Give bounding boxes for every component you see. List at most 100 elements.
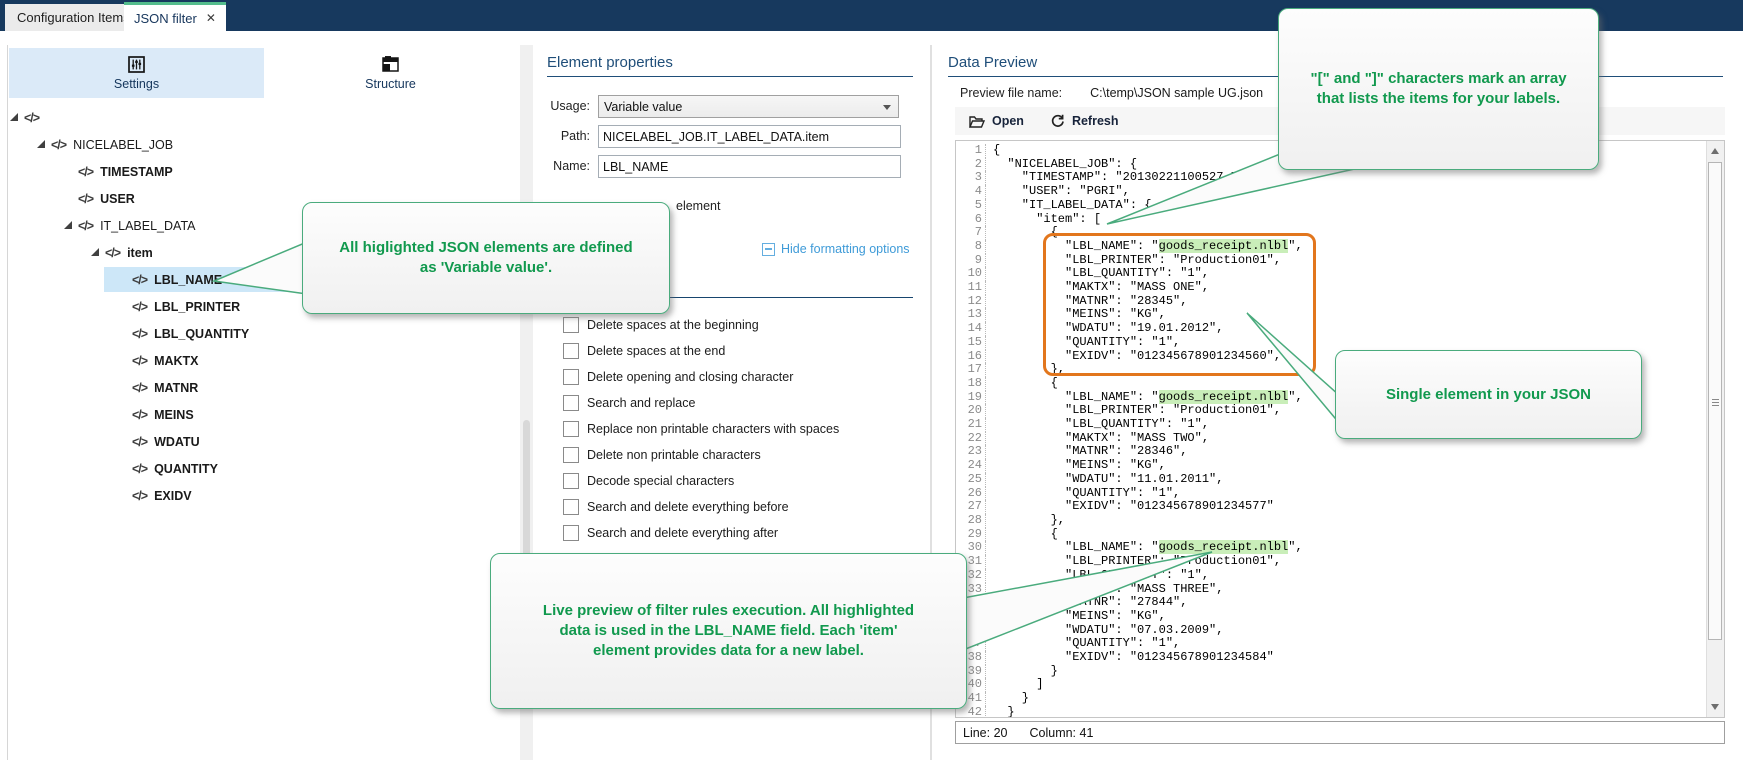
checkbox-row[interactable]: Delete spaces at the end (563, 342, 725, 360)
name-label: Name: (533, 159, 590, 173)
checkbox-row[interactable]: Delete spaces at the beginning (563, 316, 759, 334)
tree-item[interactable]: </> (8, 104, 519, 131)
expanded-arrow-icon[interactable] (10, 113, 18, 121)
usage-select[interactable]: Variable value (598, 95, 899, 118)
line-content: { (986, 144, 1000, 158)
line-content: { (986, 377, 1058, 391)
line-content: "MAKTX": "MASS THREE", (986, 583, 1223, 597)
tree-item-label: QUANTITY (154, 462, 218, 476)
chevron-down-icon (883, 105, 891, 110)
tree-item-label: LBL_NAME (154, 273, 222, 287)
json-element-icon: </> (105, 246, 120, 260)
code-line: 41 } (956, 692, 1303, 706)
code-line: 18 { (956, 377, 1303, 391)
tree-item-exidv[interactable]: </>EXIDV (8, 482, 519, 509)
tree-item-maktx[interactable]: </>MAKTX (8, 347, 519, 374)
line-number: 7 (956, 226, 986, 240)
json-element-icon: </> (132, 489, 147, 503)
tree-item-label: USER (100, 192, 135, 206)
checkbox-unchecked[interactable] (563, 369, 579, 385)
code-line: 27 "EXIDV": "012345678901234577" (956, 500, 1303, 514)
tab-settings-label: Settings (114, 77, 159, 91)
preview-file-row: Preview file name:C:\temp\JSON sample UG… (960, 86, 1263, 100)
scroll-up-icon[interactable] (1711, 148, 1719, 154)
json-element-icon: </> (78, 192, 93, 206)
code-line: 36 "WDATU": "07.03.2009", (956, 624, 1303, 638)
checkbox-unchecked[interactable] (563, 395, 579, 411)
code-line: 20 "LBL_PRINTER": "Production01", (956, 404, 1303, 418)
code-line: 2 "NICELABEL_JOB": { (956, 158, 1303, 172)
callout-text-line: Live preview of filter rules execution. … (543, 601, 914, 621)
line-content: } (986, 692, 1029, 706)
checkbox-label: Delete non printable characters (587, 448, 761, 462)
checkbox-unchecked[interactable] (563, 317, 579, 333)
tree-item-lbl_quantity[interactable]: </>LBL_QUANTITY (8, 320, 519, 347)
checkbox-unchecked[interactable] (563, 499, 579, 515)
tree-item-meins[interactable]: </>MEINS (8, 401, 519, 428)
code-line: 5 "IT_LABEL_DATA": { (956, 199, 1303, 213)
callout-text-line: as 'Variable value'. (420, 258, 552, 278)
line-content: "WDATU": "07.03.2009", (986, 624, 1223, 638)
checkbox-row[interactable]: Delete opening and closing character (563, 368, 793, 386)
code-line: 28 }, (956, 514, 1303, 528)
close-tab-icon[interactable]: ✕ (206, 12, 216, 24)
tab-json-filter[interactable]: JSON filter ✕ (124, 2, 226, 31)
expanded-arrow-icon[interactable] (37, 140, 45, 148)
tree-item-nicelabel_job[interactable]: </>NICELABEL_JOB (8, 131, 519, 158)
checkbox-label: Search and replace (587, 396, 695, 410)
json-element-icon: </> (132, 273, 147, 287)
checkbox-row[interactable]: Decode special characters (563, 472, 734, 490)
checkbox-unchecked[interactable] (563, 525, 579, 541)
expanded-arrow-icon[interactable] (64, 221, 72, 229)
structure-layout-icon (382, 56, 399, 73)
code-line: 39 } (956, 665, 1303, 679)
line-number: 13 (956, 308, 986, 322)
checkbox-unchecked[interactable] (563, 343, 579, 359)
checkbox-unchecked[interactable] (563, 421, 579, 437)
highlighted-json-value: goods_receipt.nlbl (1159, 390, 1289, 404)
name-field[interactable] (598, 155, 901, 178)
tree-item-label: LBL_QUANTITY (154, 327, 249, 341)
path-field[interactable] (598, 125, 901, 148)
line-content: "LBL_QUANTITY": "1", (986, 569, 1209, 583)
line-number: 17 (956, 363, 986, 377)
line-content: "MEINS": "KG", (986, 610, 1166, 624)
code-line: 33 "MAKTX": "MASS THREE", (956, 583, 1303, 597)
open-button[interactable]: Open (969, 114, 1024, 128)
element-properties-title: Element properties (547, 54, 913, 77)
tab-structure[interactable]: Structure (264, 48, 517, 98)
tab-configuration-items[interactable]: Configuration Items (5, 4, 142, 31)
checkbox-row[interactable]: Search and replace (563, 394, 695, 412)
line-number: 12 (956, 295, 986, 309)
preview-file-label: Preview file name: (960, 86, 1062, 100)
line-number: 11 (956, 281, 986, 295)
scrollbar-thumb[interactable] (1708, 162, 1722, 640)
code-line: 24 "MEINS": "KG", (956, 459, 1303, 473)
checkbox-unchecked[interactable] (563, 473, 579, 489)
code-line: 22 "MAKTX": "MASS TWO", (956, 432, 1303, 446)
checkbox-row[interactable]: Delete non printable characters (563, 446, 761, 464)
line-content: } (986, 706, 1015, 718)
tree-item-timestamp[interactable]: </>TIMESTAMP (8, 158, 519, 185)
checkbox-row[interactable]: Search and delete everything before (563, 498, 789, 516)
tree-item-quantity[interactable]: </> QUANTITY (8, 455, 519, 482)
scroll-down-icon[interactable] (1711, 704, 1719, 710)
vertical-scrollbar[interactable] (1706, 141, 1724, 717)
tree-item-matnr[interactable]: </>MATNR (8, 374, 519, 401)
expanded-arrow-icon[interactable] (91, 248, 99, 256)
hide-formatting-options-link[interactable]: Hide formatting options (762, 242, 910, 256)
tree-item-wdatu[interactable]: </>WDATU (8, 428, 519, 455)
json-element-icon: </> (132, 462, 147, 476)
usage-label: Usage: (533, 99, 590, 113)
tab-settings[interactable]: Settings (9, 48, 264, 98)
checkbox-label: Replace non printable characters with sp… (587, 422, 839, 436)
tree-item-label: MATNR (154, 381, 198, 395)
refresh-button[interactable]: Refresh (1050, 114, 1119, 128)
checkbox-row[interactable]: Search and delete everything after (563, 524, 778, 542)
callout-text-line: that lists the items for your labels. (1317, 89, 1560, 109)
line-content: "MAKTX": "MASS TWO", (986, 432, 1209, 446)
line-content: "LBL_NAME": "goods_receipt.nlbl", (986, 391, 1303, 405)
line-number: 2 (956, 158, 986, 172)
checkbox-unchecked[interactable] (563, 447, 579, 463)
checkbox-row[interactable]: Replace non printable characters with sp… (563, 420, 839, 438)
